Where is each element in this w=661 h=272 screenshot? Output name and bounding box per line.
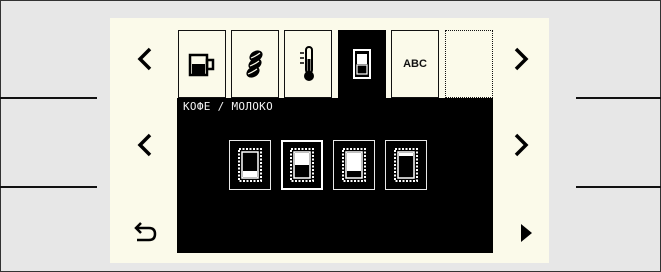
tab-cup[interactable] [178,30,226,98]
chevron-right-icon [514,133,529,157]
tab-temperature[interactable] [284,30,332,98]
play-triangle-icon [521,224,532,242]
next-tab-button[interactable] [506,44,536,74]
chevron-right-icon [514,47,529,71]
coffee-beans-icon [246,50,263,78]
left-divider-top [0,97,97,99]
cup-icon [188,53,215,77]
ratio-option-2[interactable] [281,140,323,190]
right-divider-top [576,97,661,99]
chevron-left-icon [137,47,152,71]
tab-coffee-beans[interactable] [231,30,279,98]
tab-text[interactable]: ABC [391,30,439,98]
prev-tab-button[interactable] [130,44,160,74]
chevron-left-icon [137,133,152,157]
ratio-option-3[interactable] [333,140,375,190]
next-option-button[interactable] [506,130,536,160]
tab-empty-slot[interactable] [445,30,493,98]
forward-button[interactable] [511,218,541,248]
back-button[interactable] [130,218,160,248]
ratio-75-icon [342,148,366,182]
right-divider-bottom [576,186,661,188]
coffee-milk-ratio-icon [353,49,371,79]
back-arrow-icon [134,222,157,242]
tab-coffee-milk[interactable] [338,30,386,98]
thermometer-icon [300,46,314,81]
options-panel: КОФЕ / МОЛОКО [177,98,493,253]
ratio-option-4[interactable] [385,140,427,190]
panel-title: КОФЕ / МОЛОКО [183,100,273,113]
abc-text-icon: ABC [403,58,427,70]
prev-option-button[interactable] [130,130,160,160]
left-divider-bottom [0,186,97,188]
ratio-100-icon [394,148,418,182]
ratio-25-icon [238,148,262,182]
display-screen: ABC КОФЕ / МОЛОКО [110,18,549,263]
ratio-50-icon [290,148,314,182]
ratio-option-1[interactable] [229,140,271,190]
